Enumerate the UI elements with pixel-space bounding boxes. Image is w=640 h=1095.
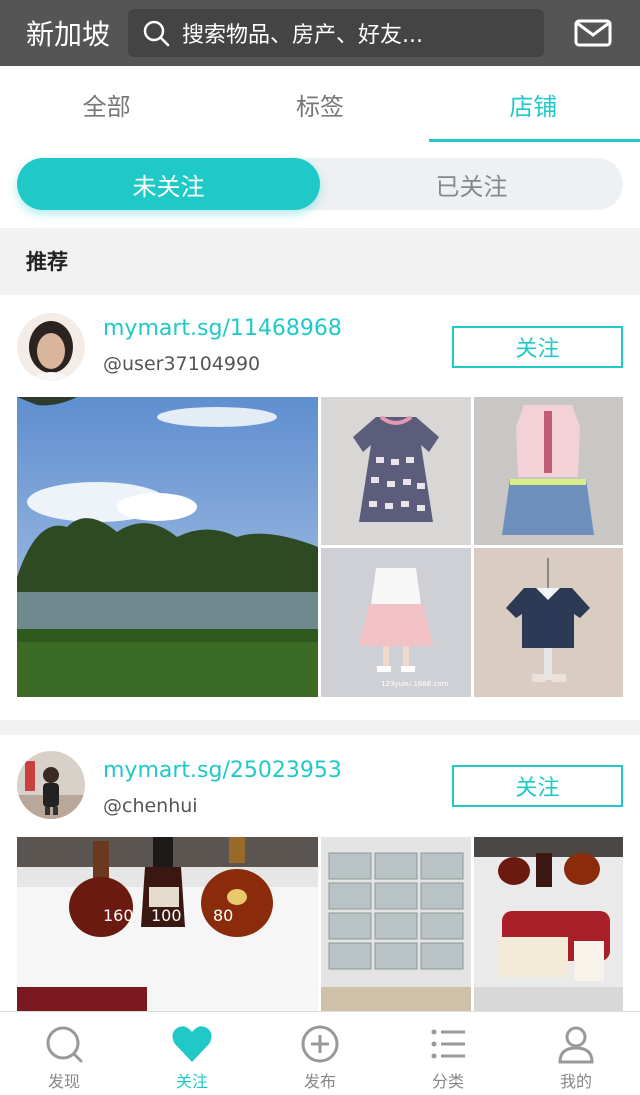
bottom-nav: 发现 关注 发布 分类 我的	[0, 1011, 640, 1095]
shop-link[interactable]: mymart.sg/11468968	[103, 316, 342, 341]
nav-post[interactable]: 发布	[256, 1012, 384, 1095]
top-bar: 新加坡 搜索物品、房产、好友...	[0, 0, 640, 66]
list-icon	[431, 1029, 465, 1059]
tab-shops[interactable]: 店铺	[427, 66, 640, 142]
photo-watermark: 123yuku.1688.com	[381, 680, 449, 688]
shop-username: @user37104990	[103, 353, 261, 375]
nav-label: 分类	[431, 1072, 464, 1091]
user-icon	[558, 1026, 594, 1064]
plus-circle-icon	[301, 1025, 339, 1063]
shop-link[interactable]: mymart.sg/25023953	[103, 758, 342, 783]
product-photo[interactable]	[17, 397, 318, 697]
product-photo[interactable]	[474, 548, 623, 697]
product-photo[interactable]: 123yuku.1688.com	[321, 548, 471, 697]
nav-following[interactable]: 关注	[128, 1012, 256, 1095]
heart-icon	[172, 1026, 212, 1062]
nav-label: 发布	[303, 1072, 336, 1091]
discover-icon	[46, 1026, 83, 1063]
mail-button[interactable]	[574, 14, 612, 52]
nav-me[interactable]: 我的	[512, 1012, 640, 1095]
product-photo[interactable]	[321, 397, 471, 545]
shop-card: mymart.sg/25023953 @chenhui 关注 160 100 8…	[0, 735, 640, 1035]
segment-followed[interactable]: 已关注	[320, 158, 623, 210]
tab-bar: 全部 标签 店铺	[0, 66, 640, 142]
nav-label: 关注	[175, 1072, 208, 1091]
price-label: 80	[213, 906, 233, 925]
price-label: 160	[103, 906, 134, 925]
search-bar[interactable]: 搜索物品、房产、好友...	[128, 9, 544, 57]
section-title: 推荐	[26, 250, 68, 274]
follow-button[interactable]: 关注	[452, 765, 623, 807]
shop-card: mymart.sg/11468968 @user37104990 关注 123y…	[0, 295, 640, 720]
shop-username: @chenhui	[103, 795, 198, 817]
nav-categories[interactable]: 分类	[384, 1012, 512, 1095]
product-photo[interactable]	[474, 837, 623, 1035]
product-photo[interactable]	[321, 837, 471, 1035]
tab-tags[interactable]: 标签	[213, 66, 426, 142]
mail-icon	[574, 19, 612, 47]
tab-all[interactable]: 全部	[0, 66, 213, 142]
price-label: 100	[151, 906, 182, 925]
avatar[interactable]	[17, 313, 85, 381]
follow-button[interactable]: 关注	[452, 326, 623, 368]
avatar[interactable]	[17, 751, 85, 819]
segment-unfollowed[interactable]: 未关注	[17, 158, 320, 210]
product-photo[interactable]	[474, 397, 623, 545]
search-icon	[143, 20, 170, 47]
search-placeholder: 搜索物品、房产、好友...	[182, 23, 423, 48]
follow-segment-area: 未关注 已关注	[0, 142, 640, 228]
city-selector[interactable]: 新加坡	[26, 13, 122, 53]
nav-discover[interactable]: 发现	[0, 1012, 128, 1095]
follow-segment: 未关注 已关注	[17, 158, 623, 210]
nav-label: 发现	[47, 1072, 80, 1091]
nav-label: 我的	[559, 1072, 592, 1091]
product-photo[interactable]: 160 100 80	[17, 837, 318, 1035]
